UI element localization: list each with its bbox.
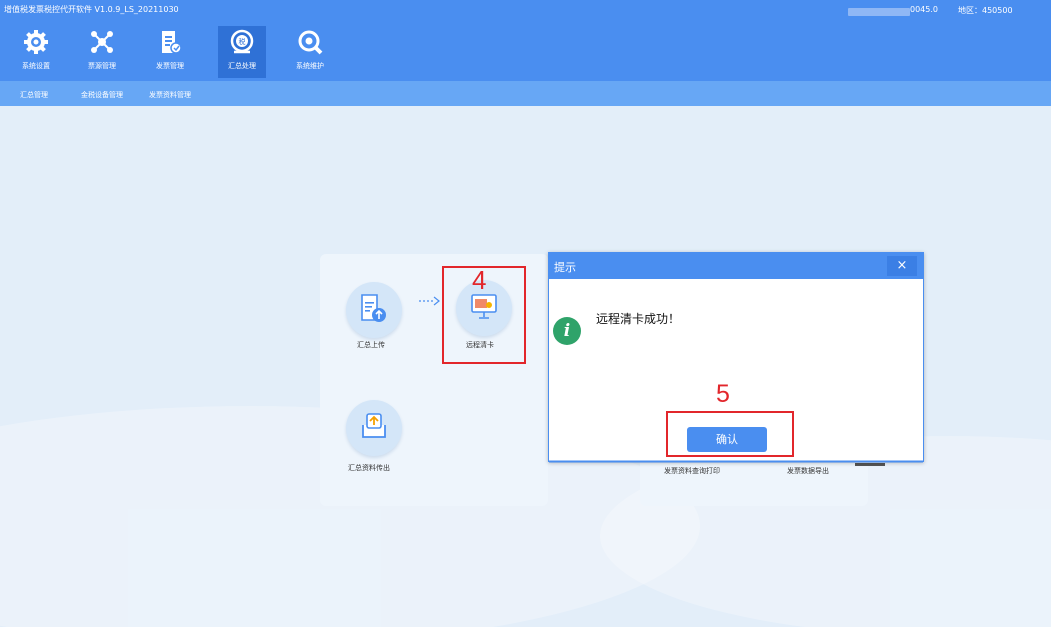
submenu-device-management[interactable]: 金税设备管理 xyxy=(81,90,123,100)
gear-icon xyxy=(24,30,48,54)
tax-id-suffix: 0045.0 xyxy=(910,5,938,14)
panel-divider xyxy=(855,463,885,466)
toolbar-summary-processing[interactable]: 税 汇总处理 xyxy=(218,26,266,78)
submenu-summary-management[interactable]: 汇总管理 xyxy=(20,90,48,100)
toolbar-label: 系统维护 xyxy=(296,62,324,70)
summary-export-label: 汇总资料传出 xyxy=(348,464,390,472)
query-print-label[interactable]: 发票资料查询打印 xyxy=(664,466,720,476)
step-5-number: 5 xyxy=(716,380,730,408)
svg-text:税: 税 xyxy=(239,37,246,46)
toolbar-invoice-management[interactable]: 发票管理 xyxy=(146,26,194,78)
dialog-title: 提示 xyxy=(554,261,576,274)
region-label: 地区：450500 xyxy=(958,6,1013,15)
toolbar-label: 系统设置 xyxy=(22,62,50,70)
step-5-highlight xyxy=(666,411,794,457)
toolbar-ticket-source[interactable]: 票源管理 xyxy=(78,26,126,78)
dotted-arrow-icon xyxy=(419,296,440,306)
close-icon[interactable]: × xyxy=(887,256,917,276)
sub-menu-bar: 汇总管理 金税设备管理 发票资料管理 xyxy=(0,81,1051,106)
dialog-message: 远程清卡成功！ xyxy=(596,312,681,326)
app-title: 增值税发票税控代开软件 V1.0.9_LS_20211030 xyxy=(4,5,179,14)
toolbar-label: 票源管理 xyxy=(88,62,116,70)
invoice-icon xyxy=(162,31,182,54)
masked-tax-id xyxy=(848,8,910,16)
summary-upload-button[interactable] xyxy=(346,282,402,338)
submenu-invoice-data-management[interactable]: 发票资料管理 xyxy=(149,90,191,100)
summary-upload-label: 汇总上传 xyxy=(357,341,385,349)
dialog-bottom-border xyxy=(549,460,923,463)
data-export-label[interactable]: 发票数据导出 xyxy=(787,466,829,476)
tax-summary-icon: 税 xyxy=(230,29,254,54)
upload-document-icon xyxy=(361,294,386,322)
export-tray-icon xyxy=(362,413,386,438)
wrench-icon xyxy=(298,30,323,55)
toolbar-system-maintenance[interactable]: 系统维护 xyxy=(286,26,334,78)
toolbar-system-settings[interactable]: 系统设置 xyxy=(12,26,60,78)
dialog-titlebar: 提示 × xyxy=(549,253,923,279)
step-4-number: 4 xyxy=(472,265,487,295)
info-icon: i xyxy=(553,317,581,345)
toolbar-label: 汇总处理 xyxy=(228,62,256,70)
summary-export-button[interactable] xyxy=(346,400,402,456)
main-toolbar: 增值税发票税控代开软件 V1.0.9_LS_20211030 0045.0 地区… xyxy=(0,0,1051,81)
toolbar-label: 发票管理 xyxy=(156,62,184,70)
network-icon xyxy=(91,31,113,53)
